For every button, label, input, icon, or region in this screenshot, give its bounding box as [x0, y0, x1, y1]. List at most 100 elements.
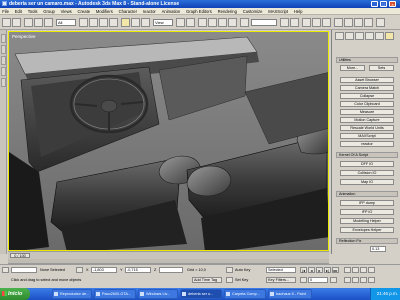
taskbar-item[interactable]: bauhaus 5 - Paint [268, 289, 312, 299]
reference-coordinate-dropdown[interactable]: View [153, 19, 173, 26]
motion-tab-icon[interactable] [365, 32, 374, 40]
percent-snap-icon[interactable] [218, 18, 227, 27]
quick-render-icon[interactable] [354, 18, 363, 27]
x-coordinate-field[interactable]: -1,803 [91, 267, 117, 273]
key-mode-dropdown[interactable]: Selected [266, 267, 296, 273]
menu-character[interactable]: Character [116, 8, 139, 14]
play-icon[interactable]: ▸ [316, 267, 323, 273]
rectangular-selection-icon[interactable] [99, 18, 108, 27]
hierarchy-tab-icon[interactable] [355, 32, 364, 40]
modelling-helper-button[interactable]: Modelling Helper [340, 218, 394, 224]
active-shade-icon[interactable] [376, 18, 385, 27]
taskbar-item[interactable]: Paco2600-GTA... [94, 289, 136, 299]
mirror-icon[interactable] [280, 18, 289, 27]
rescale-world-units-button[interactable]: Rescale World Units [340, 125, 394, 131]
material-editor-icon[interactable] [334, 18, 343, 27]
bind-space-warp-icon[interactable] [44, 18, 53, 27]
minimize-button[interactable]: _ [371, 1, 378, 7]
schematic-view-icon[interactable] [322, 18, 331, 27]
menu-modifiers[interactable]: Modifiers [94, 8, 115, 14]
select-by-name-icon[interactable] [89, 18, 98, 27]
angle-snap-icon[interactable] [208, 18, 217, 27]
taskbar-item[interactable]: Carpeta Comp... [224, 289, 266, 299]
collapse-button[interactable]: Collapse [340, 93, 394, 99]
current-frame-field[interactable]: 0 [308, 277, 328, 283]
z-coordinate-field[interactable] [159, 267, 183, 273]
window-crossing-icon[interactable] [109, 18, 118, 27]
key-icon[interactable] [226, 267, 233, 273]
zoom-all-icon[interactable] [352, 267, 359, 273]
maxscript-listener-icon[interactable] [2, 267, 9, 273]
taskbar-item-active[interactable]: deberia ser u... [180, 289, 222, 299]
field-of-view-icon[interactable] [344, 277, 351, 283]
key-filters-button[interactable]: Key Filters... [266, 277, 296, 283]
menu-create[interactable]: Create [75, 8, 92, 14]
utilities-rollout-header[interactable]: Utilities [336, 57, 398, 63]
ifp-io-button[interactable]: IFP IO [340, 209, 394, 215]
maxscript-mini-listener[interactable] [11, 267, 37, 273]
undo-icon[interactable] [2, 18, 11, 27]
add-time-tag-button[interactable]: Add Time Tag [192, 277, 222, 283]
clock[interactable]: 21:46 p.m. [377, 291, 398, 296]
reflection-value-field[interactable]: 0.13 [370, 246, 386, 252]
menu-group[interactable]: Group [41, 8, 57, 14]
tab-button-lights[interactable] [1, 67, 6, 76]
named-selection-dropdown[interactable] [251, 19, 277, 26]
reflection-fix-rollout-header[interactable]: Reflection Fix [336, 238, 398, 244]
menu-edit[interactable]: Edit [13, 8, 25, 14]
envelopes-helper-button[interactable]: Envelopes Helper [340, 227, 394, 233]
close-button[interactable]: × [389, 1, 396, 7]
color-clipboard-button[interactable]: Color Clipboard [340, 101, 394, 107]
snaps-toggle-icon[interactable] [198, 18, 207, 27]
kernel-rollout-header[interactable]: Kernel Of A Script [336, 152, 398, 158]
align-icon[interactable] [290, 18, 299, 27]
auto-key-button[interactable]: Auto Key [235, 267, 250, 273]
next-frame-icon[interactable]: ▸| [324, 267, 331, 273]
redo-icon[interactable] [12, 18, 21, 27]
ifp-dump-button[interactable]: IFP dump [340, 200, 394, 206]
lock-selection-icon[interactable] [76, 267, 83, 273]
animation-rollout-header[interactable]: Animation [336, 191, 398, 197]
set-key-icon[interactable] [226, 277, 233, 283]
y-coordinate-field[interactable]: -0,715 [125, 267, 151, 273]
tab-button-compounds[interactable] [1, 56, 6, 65]
set-key-button[interactable]: Set Key [235, 277, 248, 283]
menu-graph-editors[interactable]: Graph Editors [184, 8, 214, 14]
create-tab-icon[interactable] [335, 32, 344, 40]
utilities-tab-icon[interactable] [385, 32, 394, 40]
zoom-icon[interactable] [344, 267, 351, 273]
camera-match-button[interactable]: Camera Match [340, 85, 394, 91]
menu-rendering[interactable]: Rendering [215, 8, 239, 14]
maximize-viewport-icon[interactable] [368, 277, 375, 283]
viewport-label[interactable]: Perspective [12, 34, 36, 39]
menu-maxscript[interactable]: MAXScript [266, 8, 290, 14]
link-icon[interactable] [24, 18, 33, 27]
dff-io-button[interactable]: DFF IO [340, 161, 394, 167]
menu-views[interactable]: Views [58, 8, 73, 14]
pivot-point-icon[interactable] [176, 18, 185, 27]
select-object-icon[interactable] [79, 18, 88, 27]
go-to-start-icon[interactable]: |◂ [300, 267, 307, 273]
previous-frame-icon[interactable]: ◂ [308, 267, 315, 273]
menu-customize[interactable]: Customize [241, 8, 265, 14]
maxscript-button[interactable]: MAXScript [340, 133, 394, 139]
map-io-button[interactable]: Map IO [340, 179, 394, 185]
selection-filter-dropdown[interactable]: All [56, 19, 76, 26]
tab-button-shapes[interactable] [1, 45, 6, 54]
zoom-extents-all-icon[interactable] [368, 267, 375, 273]
zoom-extents-icon[interactable] [360, 267, 367, 273]
asset-browser-button[interactable]: Asset Browser [340, 77, 394, 83]
time-slider-thumb[interactable]: 0 / 100 [10, 253, 30, 258]
unlink-icon[interactable] [34, 18, 43, 27]
tab-button-objects[interactable] [1, 34, 6, 43]
select-and-scale-icon[interactable] [141, 18, 150, 27]
curve-editor-icon[interactable] [312, 18, 321, 27]
layer-manager-icon[interactable] [302, 18, 311, 27]
go-to-end-icon[interactable]: ▸▸ [332, 267, 339, 273]
collision-io-button[interactable]: Collision IO [340, 170, 394, 176]
arc-rotate-icon[interactable] [360, 277, 367, 283]
taskbar-item[interactable]: Windows Liv... [138, 289, 178, 299]
start-button[interactable]: Inicio [0, 288, 30, 300]
perspective-viewport[interactable]: Perspective [8, 31, 329, 251]
select-and-move-icon[interactable] [121, 18, 130, 27]
